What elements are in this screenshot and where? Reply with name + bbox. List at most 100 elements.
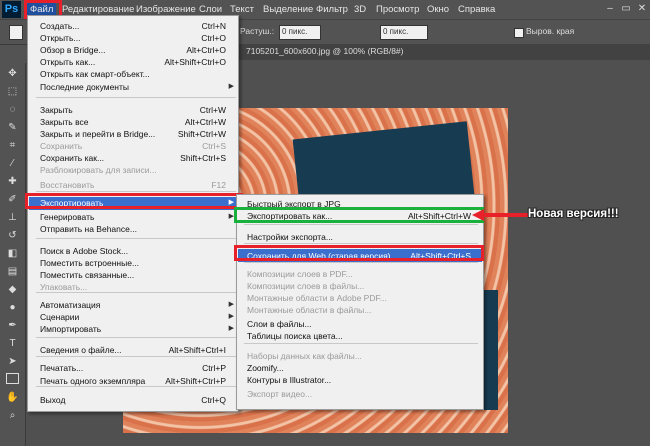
eraser-tool-icon[interactable]: ◧ [6, 247, 19, 260]
file-menu-item-label: Открыть... [40, 33, 81, 43]
path-select-tool-icon[interactable]: ➤ [6, 355, 19, 368]
photoshop-logo: Ps [2, 1, 21, 18]
file-menu-item[interactable]: Открыть... Ctrl+O [40, 32, 226, 44]
menu-separator [36, 238, 236, 239]
file-menu-item-label: Поиск в Adobe Stock... [40, 246, 129, 256]
file-menu-item-shortcut: Ctrl+N [201, 21, 226, 31]
file-menu-item-shortcut: Shift+Ctrl+S [180, 153, 226, 163]
width-field[interactable]: 0 пикс. [380, 25, 428, 40]
gradient-tool-icon[interactable]: ▤ [6, 265, 19, 278]
file-menu-item-shortcut: Ctrl+W [199, 105, 226, 115]
export-menu-item: Монтажные области в Adobe PDF... [247, 292, 471, 304]
file-menu-item[interactable]: Открыть как смарт-объект... [40, 68, 226, 80]
blur-tool-icon[interactable]: ◆ [6, 283, 19, 296]
antialias-checkbox[interactable] [514, 28, 524, 38]
file-menu-item[interactable]: Закрыть все Alt+Ctrl+W [40, 116, 226, 128]
hand-tool-icon[interactable]: ✋ [6, 391, 19, 404]
file-menu-item[interactable]: Обзор в Bridge... Alt+Ctrl+O [40, 44, 226, 56]
file-menu-item-label: Автоматизация [40, 300, 101, 310]
menu-separator [244, 224, 478, 225]
menu-separator [36, 386, 236, 387]
file-menu-item[interactable]: Выход Ctrl+Q [40, 394, 226, 406]
file-menu-item[interactable]: Отправить на Behance... [40, 223, 226, 235]
file-menu-item-shortcut: Ctrl+Q [201, 395, 226, 405]
brush-tool-icon[interactable]: ✐ [6, 193, 19, 206]
file-menu-item[interactable]: Создать... Ctrl+N [40, 20, 226, 32]
export-menu-item: Композиции слоев в файлы... [247, 280, 471, 292]
zoom-tool-icon[interactable]: ⌕ [6, 409, 19, 422]
file-menu-item[interactable]: Печатать... Ctrl+P [40, 362, 226, 374]
feather-field[interactable]: 0 пикс. [279, 25, 321, 40]
healing-tool-icon[interactable]: ✚ [6, 175, 19, 188]
file-menu-item-label: Закрыть все [40, 117, 89, 127]
menu-separator [244, 262, 478, 263]
rectangle-tool-icon[interactable] [6, 373, 19, 384]
file-menu-item-shortcut: F12 [211, 180, 226, 190]
file-menu-item-shortcut: Shift+Ctrl+W [177, 129, 226, 139]
export-menu-item-label: Композиции слоев в файлы... [247, 281, 365, 291]
file-menu-item[interactable]: Открыть как... Alt+Shift+Ctrl+O [40, 56, 226, 68]
marquee-tool-icon[interactable]: ⬚ [6, 85, 19, 98]
maximize-icon[interactable]: ▭ [620, 3, 632, 15]
stamp-tool-icon[interactable]: ⊥ [6, 211, 19, 224]
file-menu-item-shortcut: Alt+Shift+Ctrl+O [164, 57, 226, 67]
menu-help[interactable]: Справка [455, 0, 498, 19]
submenu-arrow-icon: ▶ [228, 301, 234, 308]
file-menu-item-label: Печатать... [40, 363, 84, 373]
file-menu-item[interactable]: Сохранить как... Shift+Ctrl+S [40, 152, 226, 164]
file-menu-item-label: Обзор в Bridge... [40, 45, 106, 55]
file-menu-item-label: Открыть как... [40, 57, 96, 67]
export-menu-item-label: Таблицы поиска цвета... [247, 331, 343, 341]
eyedropper-tool-icon[interactable]: ⁄ [6, 157, 19, 170]
menu-window[interactable]: Окно [424, 0, 452, 19]
export-menu-item[interactable]: Настройки экспорта... [247, 231, 471, 243]
file-menu-item[interactable]: Последние документы ▶ [40, 81, 234, 93]
file-menu-item-label: Сохранить [40, 141, 83, 151]
dodge-tool-icon[interactable]: ● [6, 301, 19, 314]
history-brush-tool-icon[interactable]: ↺ [6, 229, 19, 242]
file-menu-item[interactable]: Сведения о файле... Alt+Shift+Ctrl+I [40, 344, 226, 356]
file-menu-item[interactable]: Сценарии ▶ [40, 311, 234, 323]
file-menu-item[interactable]: Генерировать ▶ [40, 211, 234, 223]
export-menu-item: Наборы данных как файлы... [247, 350, 471, 362]
menu-filter[interactable]: Фильтр [313, 0, 351, 19]
export-menu-item-label: Наборы данных как файлы... [247, 351, 362, 361]
close-icon[interactable]: ✕ [636, 3, 648, 15]
crop-tool-icon[interactable]: ⌗ [6, 139, 19, 152]
export-menu-item-label: Контуры в Illustrator... [247, 375, 332, 385]
file-menu-item[interactable]: Закрыть и перейти в Bridge... Shift+Ctrl+… [40, 128, 226, 140]
document-tab-title[interactable]: 7105201_600x600.jpg @ 100% (RGB/8#) [246, 46, 404, 56]
file-menu-item-label: Поместить связанные... [40, 270, 135, 280]
file-menu-item-label: Создать... [40, 21, 80, 31]
menu-separator [244, 343, 478, 344]
quick-select-tool-icon[interactable]: ✎ [6, 121, 19, 134]
menu-select[interactable]: Выделение [260, 0, 316, 19]
export-menu-item-label: Zoomify... [247, 363, 284, 373]
type-tool-icon[interactable]: T [6, 337, 19, 350]
export-menu-item[interactable]: Слои в файлы... [247, 318, 471, 330]
file-menu-item-label: Поместить встроенные... [40, 258, 140, 268]
export-menu-item[interactable]: Контуры в Illustrator... [247, 374, 471, 386]
export-menu-item: Монтажные области в файлы... [247, 304, 471, 316]
file-menu-item[interactable]: Автоматизация ▶ [40, 299, 234, 311]
export-menu-item[interactable]: Zoomify... [247, 362, 471, 374]
menu-view[interactable]: Просмотр [373, 0, 422, 19]
file-menu-item[interactable]: Поиск в Adobe Stock... [40, 245, 226, 257]
export-menu-item[interactable]: Таблицы поиска цвета... [247, 330, 471, 342]
file-menu-item-shortcut: Ctrl+P [202, 363, 226, 373]
file-menu-item[interactable]: Поместить встроенные... [40, 257, 226, 269]
file-menu-item-label: Последние документы [40, 82, 130, 92]
pen-tool-icon[interactable]: ✒ [6, 319, 19, 332]
lasso-tool-icon[interactable]: ◌ [6, 103, 19, 116]
export-menu-item-label: Экспорт видео... [247, 389, 313, 399]
submenu-arrow-icon: ▶ [228, 325, 234, 332]
file-menu-item[interactable]: Импортировать ▶ [40, 323, 234, 335]
tool-preset-icon[interactable] [9, 25, 23, 40]
file-menu-item-label: Отправить на Behance... [40, 224, 137, 234]
file-menu-item[interactable]: Поместить связанные... [40, 269, 226, 281]
file-menu-item[interactable]: Закрыть Ctrl+W [40, 104, 226, 116]
menu-3d[interactable]: 3D [351, 0, 369, 19]
minimize-icon[interactable]: – [604, 3, 616, 15]
file-menu-item-label: Выход [40, 395, 66, 405]
move-tool-icon[interactable]: ✥ [6, 67, 19, 80]
